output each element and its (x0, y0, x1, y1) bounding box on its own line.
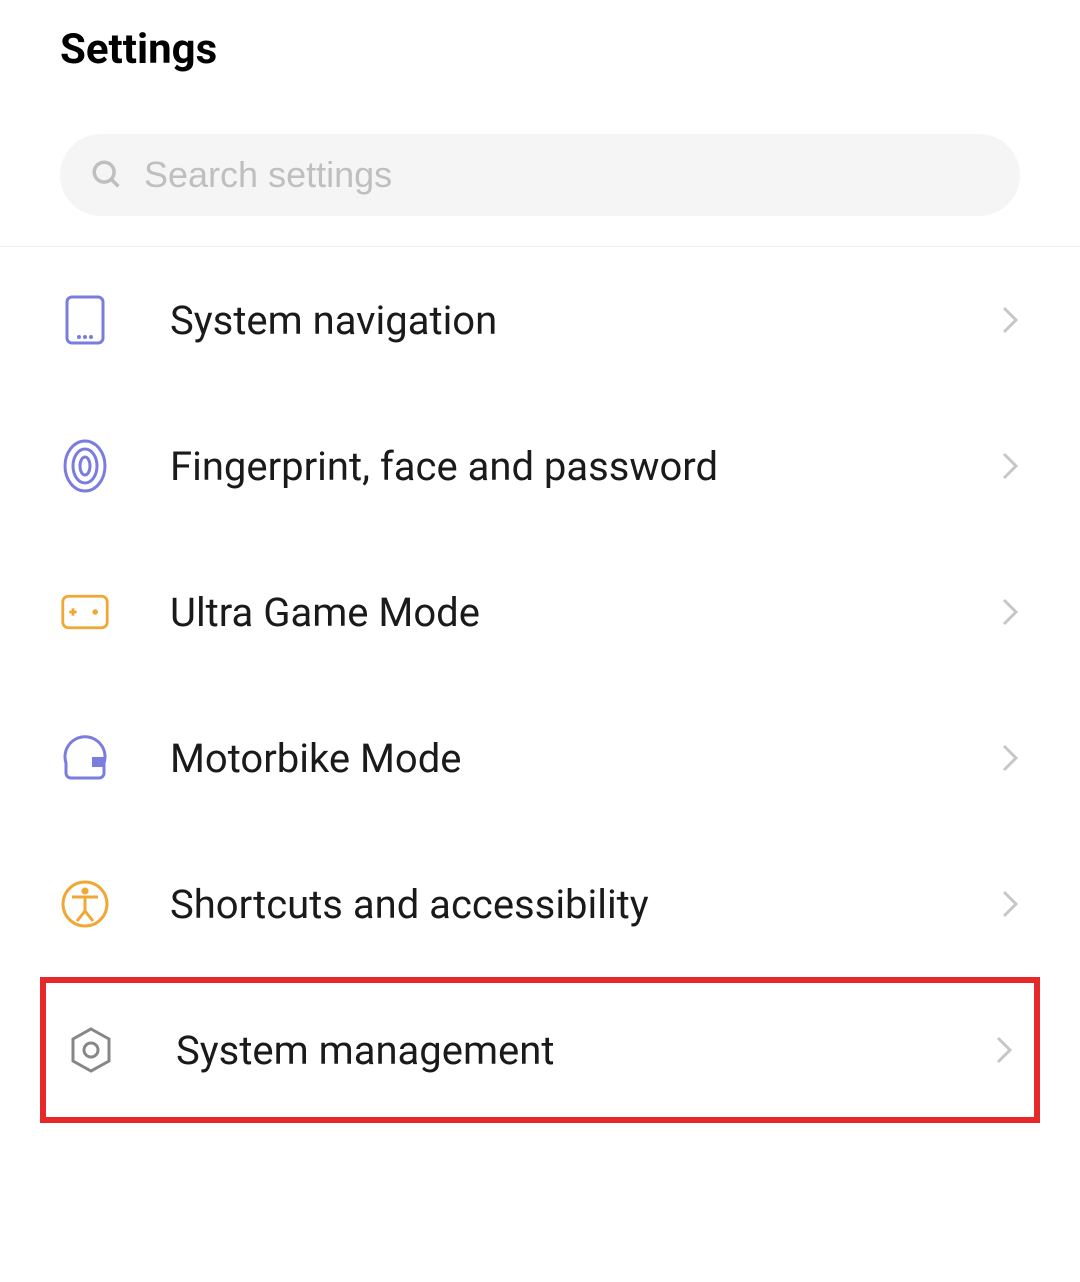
header: Settings (0, 0, 1080, 104)
settings-item-fingerprint[interactable]: Fingerprint, face and password (0, 393, 1080, 539)
page-title: Settings (60, 25, 1020, 74)
item-label: System management (176, 1027, 994, 1074)
settings-item-accessibility[interactable]: Shortcuts and accessibility (0, 831, 1080, 977)
chevron-right-icon (1000, 304, 1020, 336)
settings-nut-icon (66, 1025, 116, 1075)
chevron-right-icon (1000, 596, 1020, 628)
settings-item-ultra-game[interactable]: Ultra Game Mode (0, 539, 1080, 685)
item-label: Motorbike Mode (170, 735, 1000, 782)
item-label: Ultra Game Mode (170, 589, 1000, 636)
chevron-right-icon (1000, 888, 1020, 920)
helmet-icon (60, 733, 110, 783)
fingerprint-icon (60, 441, 110, 491)
search-container (0, 104, 1080, 246)
chevron-right-icon (1000, 450, 1020, 482)
settings-item-system-management[interactable]: System management (40, 977, 1040, 1123)
search-bar[interactable] (60, 134, 1020, 216)
item-label: System navigation (170, 297, 1000, 344)
settings-list: System navigation Fingerprint, face and … (0, 247, 1080, 1123)
accessibility-icon (60, 879, 110, 929)
item-label: Fingerprint, face and password (170, 443, 1000, 490)
settings-item-system-navigation[interactable]: System navigation (0, 247, 1080, 393)
search-input[interactable] (144, 154, 990, 196)
gamepad-icon (60, 587, 110, 637)
chevron-right-icon (994, 1034, 1014, 1066)
settings-item-motorbike[interactable]: Motorbike Mode (0, 685, 1080, 831)
chevron-right-icon (1000, 742, 1020, 774)
item-label: Shortcuts and accessibility (170, 881, 1000, 928)
phone-icon (60, 295, 110, 345)
search-icon (90, 158, 124, 192)
